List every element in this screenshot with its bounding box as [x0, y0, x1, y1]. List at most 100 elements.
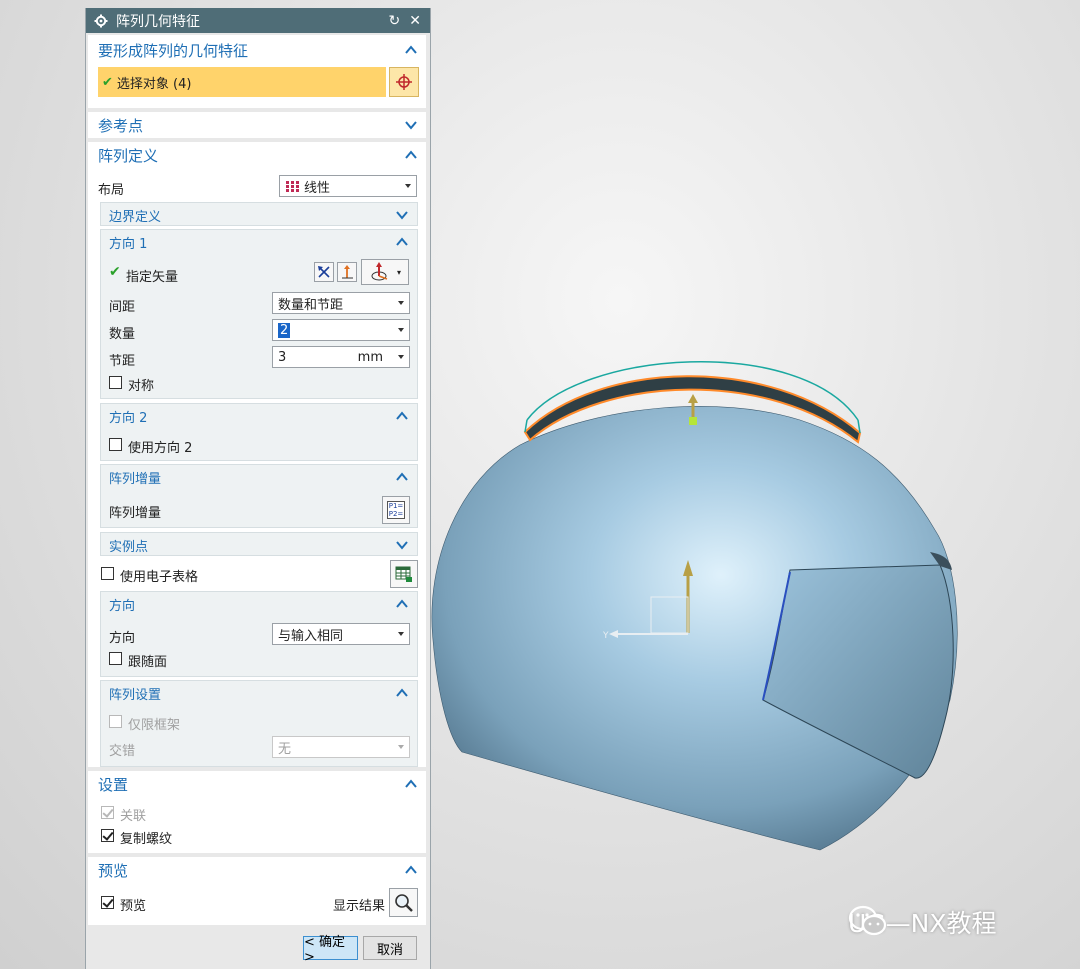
chevron-up-icon[interactable]	[396, 688, 408, 698]
dialog-title: 阵列几何特征	[116, 13, 200, 30]
direction-2-group: 方向 2 使用方向 2	[100, 403, 418, 461]
orientation-header[interactable]: 方向	[101, 592, 417, 616]
copy-threads-label: 复制螺纹	[120, 832, 173, 847]
select-object-row[interactable]: ✔ 选择对象 (4)	[98, 67, 386, 97]
instance-points-header[interactable]: 实例点	[101, 533, 417, 557]
watermark: UG—NX教程	[848, 904, 997, 940]
vector-icon	[342, 265, 353, 279]
pattern-definition-header[interactable]: 阵列定义	[88, 142, 426, 168]
boundary-definition-header[interactable]: 边界定义	[101, 203, 417, 227]
geometry-section: 要形成阵列的几何特征 ✔ 选择对象 (4)	[88, 35, 426, 108]
pattern-increment-button[interactable]: P1= P2=	[382, 496, 410, 524]
select-object-label: 选择对象 (4)	[116, 76, 192, 92]
pattern-settings-group: 阵列设置 仅限框架 交错 无	[100, 680, 418, 767]
pattern-settings-header[interactable]: 阵列设置	[101, 681, 417, 705]
layout-label: 布局	[98, 183, 125, 198]
pitch-label: 节距	[109, 354, 136, 369]
wechat-icon	[848, 905, 887, 936]
settings-header[interactable]: 设置	[88, 771, 426, 797]
orientation-group: 方向 方向 与输入相同 跟随面	[100, 591, 418, 677]
pattern-increment-label: 阵列增量	[109, 506, 162, 521]
pattern-increment-header[interactable]: 阵列增量	[101, 465, 417, 489]
vector-check-icon: ✔	[109, 264, 121, 280]
chevron-up-icon[interactable]	[405, 865, 417, 875]
stagger-label: 交错	[109, 744, 136, 759]
reverse-direction-icon	[318, 266, 330, 278]
vector-dialog-button[interactable]	[337, 262, 357, 282]
chevron-up-icon[interactable]	[405, 150, 417, 160]
chevron-down-icon[interactable]	[396, 210, 408, 220]
pitch-unit: mm	[357, 349, 383, 365]
pattern-definition-section: 阵列定义 布局 线性 边界定义 方向 1 ✔ 指定矢量 ▾ 间距 数量和节距 数…	[88, 142, 426, 767]
reference-point-title: 参考点	[98, 116, 144, 135]
orientation-label: 方向	[109, 631, 136, 646]
expression-icon: P1= P2=	[387, 501, 405, 519]
y-axis-label: Y	[602, 631, 609, 641]
cancel-button[interactable]: 取消	[363, 936, 417, 960]
direction-1-group: 方向 1 ✔ 指定矢量 ▾ 间距 数量和节距 数量 2 节距 3 mm 对称	[100, 229, 418, 399]
preview-section: 预览 预览 显示结果	[88, 857, 426, 925]
chevron-up-icon[interactable]	[396, 411, 408, 421]
specify-vector-label: 指定矢量	[126, 270, 179, 285]
ok-button[interactable]: < 确定 >	[303, 935, 358, 965]
inferred-vector-icon	[371, 262, 388, 281]
spreadsheet-button[interactable]	[390, 560, 418, 588]
follow-face-checkbox[interactable]	[109, 652, 122, 665]
chevron-up-icon[interactable]	[396, 472, 408, 482]
settings-section: 设置 关联 复制螺纹	[88, 771, 426, 853]
preview-header[interactable]: 预览	[88, 857, 426, 883]
geometry-section-title: 要形成阵列的几何特征	[98, 41, 249, 60]
reference-point-header[interactable]: 参考点	[88, 112, 426, 138]
show-result-button[interactable]	[389, 888, 418, 917]
count-input[interactable]: 2	[272, 319, 410, 341]
pitch-input[interactable]: 3 mm	[272, 346, 410, 368]
chevron-up-icon[interactable]	[396, 237, 408, 247]
spacing-label: 间距	[109, 300, 136, 315]
instance-points-group: 实例点	[100, 532, 418, 556]
use-spreadsheet-checkbox[interactable]	[101, 567, 114, 580]
magnifier-icon	[394, 893, 413, 912]
preview-checkbox[interactable]	[101, 896, 114, 909]
dropdown-arrow-icon: ▾	[396, 267, 401, 277]
check-icon: ✔	[102, 74, 113, 90]
pattern-increment-group: 阵列增量 阵列增量 P1= P2=	[100, 464, 418, 528]
reset-icon[interactable]: ↻	[389, 13, 401, 29]
crosshair-icon	[396, 74, 412, 90]
associative-checkbox	[101, 806, 114, 819]
direction-1-header[interactable]: 方向 1	[101, 230, 417, 254]
chevron-up-icon[interactable]	[405, 779, 417, 789]
geometry-section-header[interactable]: 要形成阵列的几何特征	[88, 37, 426, 63]
use-spreadsheet-label: 使用电子表格	[120, 570, 199, 585]
spreadsheet-icon	[395, 566, 412, 582]
copy-threads-checkbox[interactable]	[101, 829, 114, 842]
frame-only-label: 仅限框架	[128, 718, 181, 733]
reference-point-section: 参考点	[88, 112, 426, 138]
spacing-dropdown[interactable]: 数量和节距	[272, 292, 410, 314]
inferred-vector-dropdown[interactable]: ▾	[361, 259, 409, 285]
symmetric-checkbox[interactable]	[109, 376, 122, 389]
gear-icon	[94, 14, 108, 27]
use-direction-2-label: 使用方向 2	[128, 441, 193, 456]
layout-dropdown[interactable]: 线性	[279, 175, 417, 197]
associative-label: 关联	[120, 809, 147, 824]
stagger-dropdown: 无	[272, 736, 410, 758]
dialog-titlebar: 阵列几何特征 ↻ ✕	[86, 8, 430, 33]
preview-label: 预览	[120, 899, 147, 914]
follow-face-label: 跟随面	[128, 655, 168, 670]
use-direction-2-checkbox[interactable]	[109, 438, 122, 451]
linear-pattern-icon	[286, 180, 299, 192]
orientation-dropdown[interactable]: 与输入相同	[272, 623, 410, 645]
chevron-down-icon[interactable]	[405, 120, 417, 130]
chevron-down-icon[interactable]	[396, 540, 408, 550]
symmetric-label: 对称	[128, 379, 155, 394]
chevron-up-icon[interactable]	[405, 45, 417, 55]
close-icon[interactable]: ✕	[409, 13, 421, 29]
show-result-label: 显示结果	[333, 899, 386, 914]
boundary-definition-group: 边界定义	[100, 202, 418, 226]
frame-only-checkbox	[109, 715, 122, 728]
crosshair-button[interactable]	[389, 67, 419, 97]
reverse-direction-button[interactable]	[314, 262, 334, 282]
direction-2-header[interactable]: 方向 2	[101, 404, 417, 428]
chevron-up-icon[interactable]	[396, 599, 408, 609]
pattern-geometry-dialog: 阵列几何特征 ↻ ✕ 要形成阵列的几何特征 ✔ 选择对象 (4) 参考点 阵列定…	[85, 8, 431, 969]
